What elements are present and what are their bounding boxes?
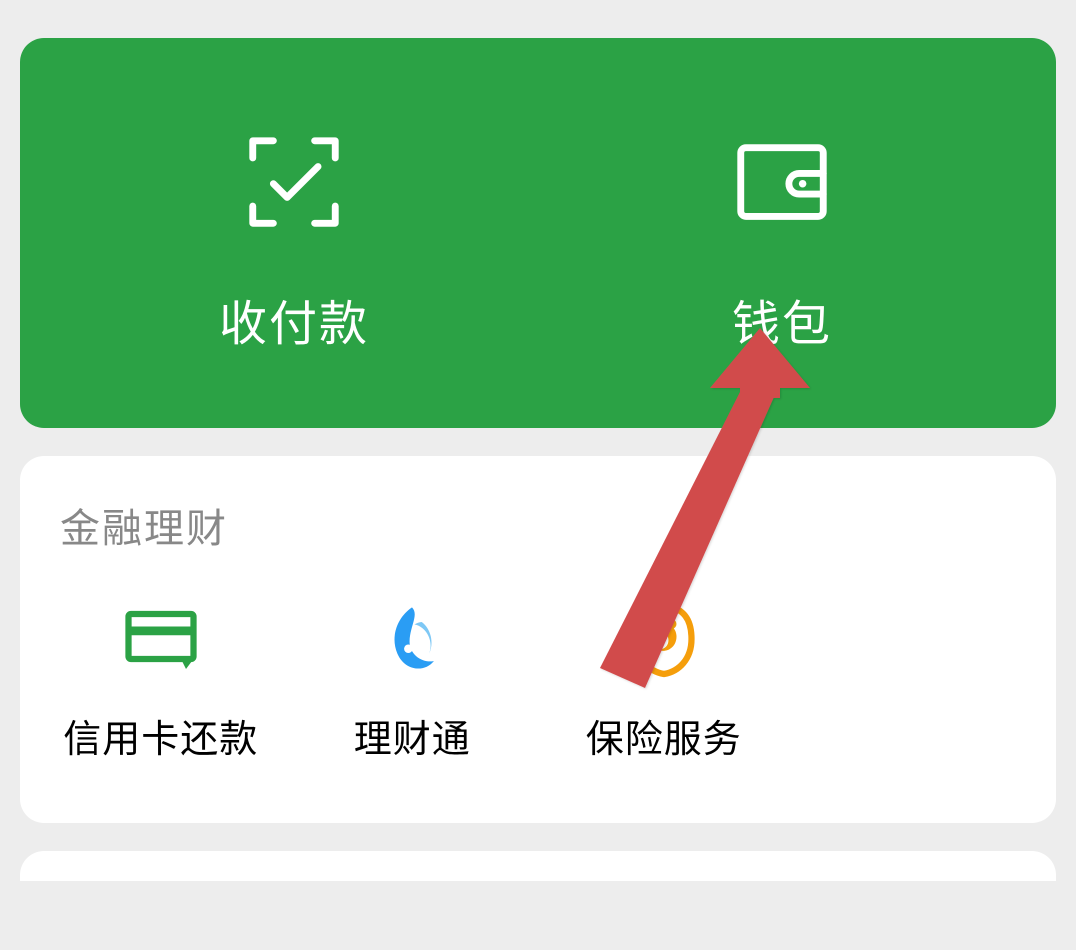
wallet-button[interactable]: 钱包: [538, 102, 1026, 354]
payment-header-card: 收付款 钱包: [20, 38, 1056, 428]
scan-check-icon: [234, 122, 354, 242]
insurance-button[interactable]: 保险服务: [538, 594, 790, 763]
insurance-icon: [619, 594, 709, 684]
credit-card-repay-label: 信用卡还款: [63, 708, 258, 763]
insurance-label: 保险服务: [586, 708, 742, 763]
wallet-label: 钱包: [732, 284, 832, 354]
wallet-icon: [722, 122, 842, 242]
pay-receive-button[interactable]: 收付款: [50, 102, 538, 354]
finance-services-grid: 信用卡还款 理财通 保险服务: [20, 594, 1056, 763]
licai-tong-icon: [367, 594, 457, 684]
next-section-card: [20, 851, 1056, 881]
finance-section-card: 金融理财 信用卡还款 理财通: [20, 456, 1056, 823]
pay-receive-label: 收付款: [219, 284, 369, 354]
finance-section-title: 金融理财: [20, 496, 1056, 554]
licai-tong-label: 理财通: [354, 708, 471, 763]
credit-card-repay-button[interactable]: 信用卡还款: [35, 594, 287, 763]
licai-tong-button[interactable]: 理财通: [287, 594, 539, 763]
credit-card-repay-icon: [116, 594, 206, 684]
